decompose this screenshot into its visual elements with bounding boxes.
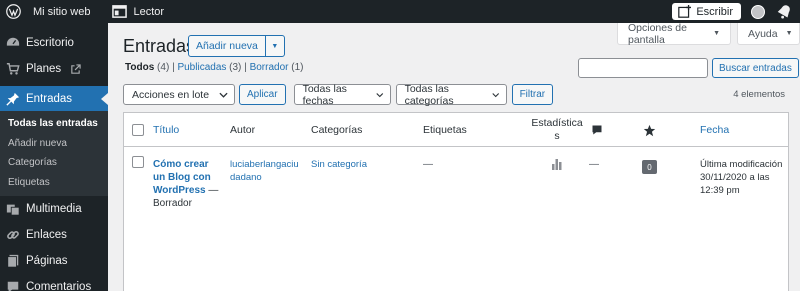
comment-icon — [592, 125, 602, 135]
notifications-icon[interactable] — [777, 4, 792, 19]
bulk-actions-value: Acciones en lote — [132, 88, 210, 101]
filter-published[interactable]: Publicadas (3) — [177, 62, 241, 73]
search-posts-button[interactable]: Buscar entradas — [712, 58, 799, 78]
post-title-link[interactable]: Cómo crear un Blog con WordPress — — [153, 158, 223, 197]
chevron-down-icon — [492, 92, 500, 97]
column-author: Autor — [230, 124, 256, 136]
site-name: Mi sitio web — [33, 5, 91, 18]
link-icon — [7, 230, 19, 240]
screen-meta-links: Opciones de pantalla ▼ Ayuda ▼ — [611, 21, 800, 46]
row-checkbox[interactable] — [132, 156, 144, 168]
sidebar-item-label: Comentarios — [26, 281, 92, 291]
dashboard-icon — [6, 37, 20, 46]
sidebar-item-links[interactable]: Enlaces — [0, 222, 108, 248]
column-categories: Categorías — [311, 124, 363, 136]
search-input[interactable] — [578, 58, 708, 78]
chevron-down-icon — [376, 92, 384, 97]
wordpress-logo-icon[interactable] — [0, 0, 27, 23]
pin-icon — [6, 92, 20, 106]
main-content: Opciones de pantalla ▼ Ayuda ▼ Entradas … — [108, 21, 800, 291]
submenu-categories[interactable]: Categorías — [0, 153, 108, 173]
sidebar-item-label: Planes — [26, 63, 62, 75]
posts-table: Título Autor Categorías Etiquetas Estadí… — [123, 112, 789, 291]
post-title-cell: Cómo crear un Blog con WordPress — Borra… — [153, 158, 223, 210]
item-count: 4 elementos — [733, 89, 785, 100]
category-filter-value: Todas las categorías — [404, 82, 454, 107]
sidebar-item-media[interactable]: Multimedia — [0, 196, 108, 222]
author-link[interactable]: luciaberlangaciu dadano — [230, 158, 299, 184]
sidebar-item-label: Escritorio — [26, 37, 74, 49]
table-header: Título Autor Categorías Etiquetas Estadí… — [124, 113, 788, 147]
post-state: Borrador — [153, 198, 192, 209]
column-title[interactable]: Título — [153, 113, 179, 147]
search-box: Buscar entradas — [578, 58, 799, 78]
write-label: Escribir — [696, 5, 733, 18]
sidebar-item-label: Páginas — [26, 255, 68, 267]
media-icon — [6, 204, 20, 216]
admin-bar: Mi sitio web Lector Escribir — [0, 0, 800, 23]
caret-down-icon: ▼ — [713, 30, 720, 37]
write-button[interactable]: Escribir — [672, 3, 741, 20]
post-date: Última modificación 30/11/2020 a las 12:… — [700, 159, 783, 196]
stats-header-line1: Estadística — [531, 117, 583, 129]
submenu-add-new[interactable]: Añadir nueva — [0, 134, 108, 154]
bulk-actions-select[interactable]: Acciones en lote — [123, 84, 235, 105]
reader-link[interactable]: Lector — [106, 0, 170, 23]
sidebar-item-label: Multimedia — [26, 203, 82, 215]
post-status-filters: Todos (4) | Publicadas (3) | Borrador (1… — [125, 62, 304, 73]
reader-label: Lector — [133, 5, 165, 18]
posts-submenu: Todas las entradas Añadir nueva Categorí… — [0, 111, 108, 196]
select-all-checkbox[interactable] — [132, 124, 144, 136]
category-link[interactable]: Sin categoría — [311, 158, 367, 171]
date-filter-value: Todas las fechas — [302, 82, 347, 107]
avatar[interactable] — [751, 4, 765, 19]
category-filter-select[interactable]: Todas las categorías — [395, 82, 507, 107]
page-title: Entradas — [123, 36, 196, 56]
add-new-button[interactable]: Añadir nueva ▼ — [188, 35, 285, 57]
star-icon — [643, 124, 656, 136]
add-new-label[interactable]: Añadir nueva — [189, 36, 266, 56]
screen-options-label: Opciones de pantalla — [628, 21, 687, 46]
column-date[interactable]: Fecha — [700, 113, 729, 147]
comment-icon — [7, 281, 19, 291]
pages-icon — [7, 254, 19, 268]
submenu-all-posts[interactable]: Todas las entradas — [0, 114, 108, 134]
column-comments[interactable] — [591, 113, 603, 147]
sidebar-item-posts[interactable]: Entradas — [0, 86, 108, 111]
sidebar-item-dashboard[interactable]: Escritorio — [0, 30, 108, 56]
cart-icon — [6, 63, 20, 75]
chevron-down-icon — [219, 92, 228, 98]
help-label: Ayuda — [748, 27, 778, 40]
help-button[interactable]: Ayuda ▼ — [737, 23, 800, 45]
filter-all[interactable]: Todos (4) — [125, 62, 169, 73]
new-post-icon — [678, 5, 692, 18]
filter-draft[interactable]: Borrador (1) — [250, 62, 304, 73]
submenu-tags[interactable]: Etiquetas — [0, 173, 108, 193]
comments-value: — — [589, 159, 599, 170]
column-likes[interactable] — [643, 113, 656, 147]
filter-button[interactable]: Filtrar — [511, 84, 554, 105]
date-filter-select[interactable]: Todas las fechas — [293, 82, 391, 107]
caret-down-icon: ▼ — [785, 30, 793, 37]
stats-header-line2: s — [554, 130, 560, 142]
reader-icon — [112, 5, 128, 18]
tags-value: — — [423, 159, 433, 170]
sidebar-item-pages[interactable]: Páginas — [0, 248, 108, 274]
external-link-icon — [71, 63, 81, 74]
column-stats: Estadística s — [531, 113, 583, 147]
screen-options-button[interactable]: Opciones de pantalla ▼ — [617, 21, 731, 46]
sidebar-item-label: Entradas — [26, 92, 73, 105]
admin-sidebar: Escritorio Planes Entradas Todas las ent… — [0, 23, 108, 291]
site-name-link[interactable]: Mi sitio web — [27, 0, 96, 23]
sidebar-item-plans[interactable]: Planes — [0, 56, 108, 82]
column-tags: Etiquetas — [423, 124, 467, 136]
stats-bar-icon[interactable] — [552, 159, 562, 170]
apply-button[interactable]: Aplicar — [239, 84, 286, 105]
chevron-down-icon[interactable]: ▼ — [266, 36, 284, 56]
tablenav-top: Acciones en lote Aplicar Todas las fecha… — [123, 82, 554, 107]
sidebar-item-label: Enlaces — [26, 229, 67, 241]
sidebar-item-comments[interactable]: Comentarios — [0, 274, 108, 291]
likes-count-badge: 0 — [642, 160, 657, 174]
